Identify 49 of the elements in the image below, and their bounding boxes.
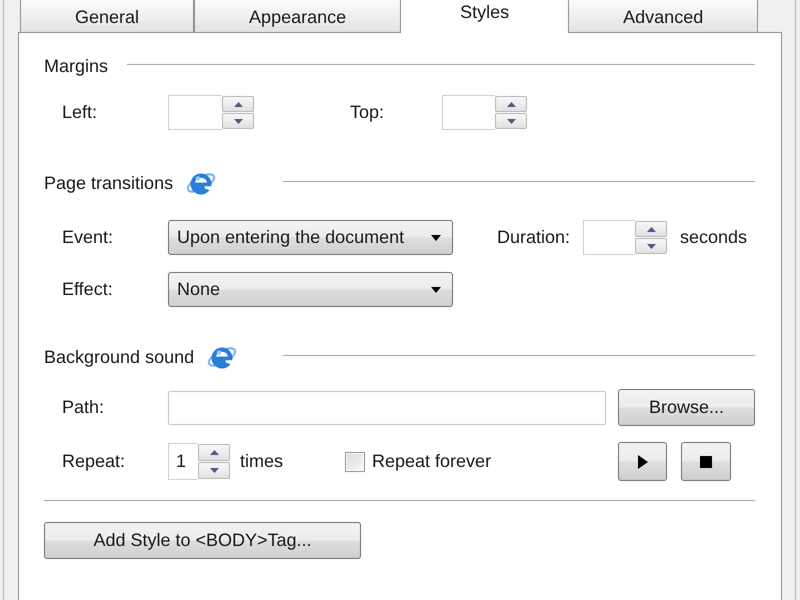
down-triangle-icon (234, 118, 242, 124)
add-style-button[interactable]: Add Style to <BODY>Tag... (44, 522, 361, 559)
dropdown[interactable]: Upon entering the document (168, 220, 453, 255)
number-field[interactable] (583, 220, 635, 255)
spin-up-button[interactable] (198, 444, 230, 461)
tab[interactable]: Advanced (568, 0, 758, 32)
play-icon (638, 454, 648, 468)
number-field[interactable] (168, 95, 222, 130)
play-button[interactable] (618, 442, 667, 481)
field-label: Top: (350, 102, 384, 122)
field-label: Effect: (62, 279, 113, 299)
spin-up-button[interactable] (222, 96, 254, 112)
stop-button[interactable] (681, 442, 731, 481)
spin-down-button[interactable] (495, 113, 527, 129)
field-label: Event: (62, 227, 114, 247)
field-label: Repeat: (62, 451, 126, 471)
text-field[interactable] (168, 390, 606, 424)
section-title: Background sound (44, 346, 194, 368)
field-label: Duration: (497, 227, 570, 247)
section-title: Margins (44, 56, 108, 76)
up-triangle-icon (646, 226, 656, 232)
spin-up-button[interactable] (495, 96, 527, 112)
up-triangle-icon (234, 102, 242, 106)
caret-down-icon (431, 234, 441, 240)
spin-up-button[interactable] (635, 221, 667, 237)
number-field[interactable] (442, 95, 495, 130)
checkbox[interactable] (345, 452, 365, 472)
down-triangle-icon (210, 468, 218, 473)
up-triangle-icon (506, 102, 516, 106)
tab[interactable]: Appearance (194, 0, 402, 32)
tab[interactable]: Styles (401, 0, 568, 33)
spin-down-button[interactable] (635, 238, 667, 254)
checkbox-label[interactable]: Repeat forever (372, 451, 492, 472)
up-triangle-icon (210, 450, 218, 455)
field-label: Path: (62, 397, 104, 417)
browse-button[interactable]: Browse... (618, 389, 755, 426)
tab[interactable]: General (20, 0, 194, 32)
field-label: Left: (62, 102, 98, 122)
dropdown[interactable]: None (168, 272, 453, 307)
section-title: Page transitions (44, 172, 174, 194)
number-field[interactable]: 1 (168, 443, 198, 480)
down-triangle-icon (646, 244, 656, 248)
spin-down-button[interactable] (222, 113, 254, 129)
unit-label: times (240, 451, 284, 471)
caret-down-icon (431, 286, 441, 292)
spin-down-button[interactable] (198, 462, 230, 479)
unit-label: seconds (680, 227, 748, 248)
down-triangle-icon (506, 118, 516, 124)
stop-icon (700, 456, 712, 468)
